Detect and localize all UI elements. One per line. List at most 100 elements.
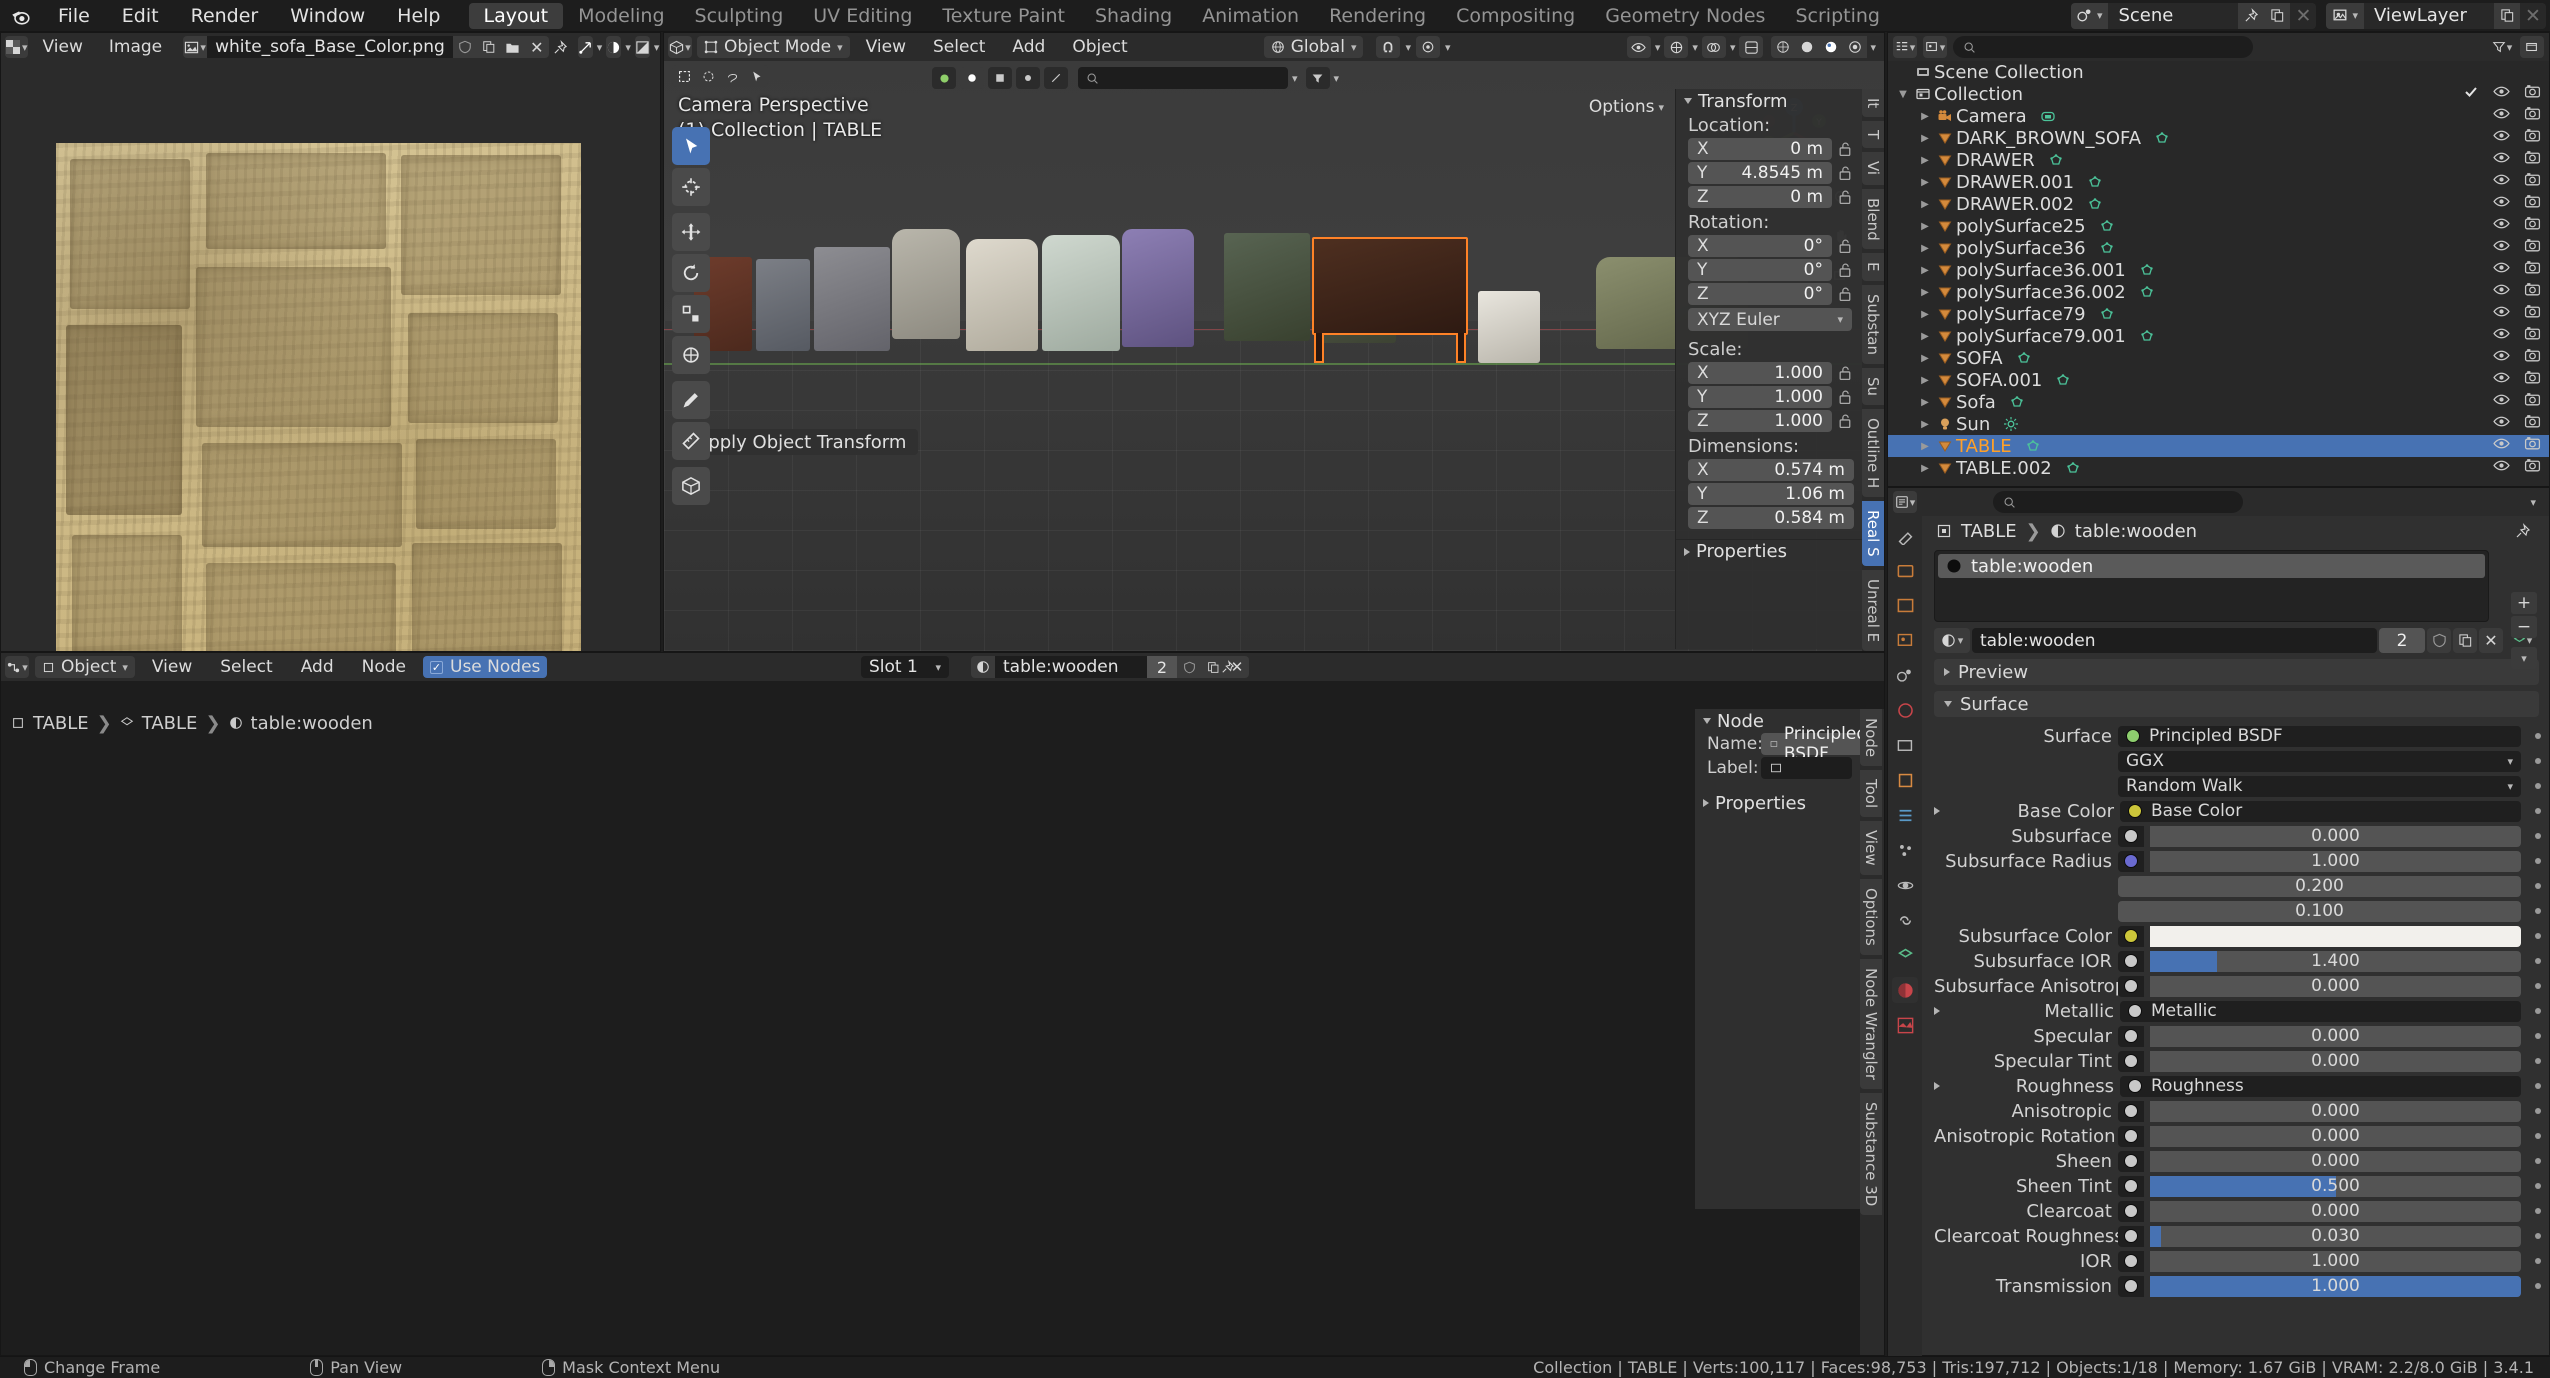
- socket-cell[interactable]: [2118, 975, 2144, 997]
- viewport-tool-icon-2[interactable]: [1016, 67, 1040, 89]
- transform-orientation-selector[interactable]: Global ▾: [1263, 36, 1364, 58]
- sidebar-tab-su[interactable]: Su: [1862, 367, 1884, 405]
- shader-editor-type-icon[interactable]: ▾: [5, 656, 29, 678]
- shader-sidebar-tab-tool[interactable]: Tool: [1860, 770, 1882, 818]
- filter-icon[interactable]: [1305, 67, 1330, 89]
- object-mode-selector[interactable]: Object Mode ▾: [697, 36, 850, 58]
- viewlayer-icon[interactable]: ▾: [2326, 2, 2364, 29]
- render-visibility-icon[interactable]: [2524, 105, 2541, 127]
- render-visibility-icon[interactable]: [2524, 215, 2541, 237]
- furniture-nightstand[interactable]: [1478, 291, 1540, 363]
- image-duplicate-icon[interactable]: [476, 36, 501, 58]
- color-icon[interactable]: [606, 36, 622, 58]
- animate-property-dot[interactable]: [2535, 1258, 2541, 1264]
- workspace-tab-rendering[interactable]: Rendering: [1314, 3, 1441, 29]
- property-value-roughness[interactable]: Roughness: [2120, 1075, 2521, 1097]
- fake-user-icon[interactable]: [1177, 656, 1201, 678]
- tab-constraints[interactable]: [1892, 907, 1918, 933]
- socket-cell[interactable]: [2118, 1175, 2144, 1197]
- workspace-tab-texture-paint[interactable]: Texture Paint: [927, 3, 1080, 29]
- select-lasso-icon[interactable]: [720, 65, 744, 87]
- chevron-right-icon[interactable]: [1934, 1007, 1940, 1015]
- lock-icon[interactable]: [1837, 188, 1854, 206]
- property-value-sheen-tint[interactable]: 0.500: [2150, 1175, 2521, 1197]
- animate-property-dot[interactable]: [2535, 758, 2541, 764]
- rotation-mode-dropdown[interactable]: XYZ Euler ▾: [1688, 308, 1852, 331]
- tab-particles[interactable]: [1892, 837, 1918, 863]
- menu-window[interactable]: Window: [274, 0, 381, 32]
- tab-scene[interactable]: [1892, 662, 1918, 688]
- outliner-row-camera[interactable]: ▶ Camera: [1888, 105, 2549, 127]
- selected-table-object[interactable]: [1312, 237, 1468, 335]
- tab-output[interactable]: [1892, 592, 1918, 618]
- animate-property-dot[interactable]: [2535, 733, 2541, 739]
- animate-property-dot[interactable]: [2535, 1208, 2541, 1214]
- tab-physics[interactable]: [1892, 872, 1918, 898]
- blender-logo-icon[interactable]: [0, 5, 42, 27]
- chevron-right-icon[interactable]: ▶: [1916, 353, 1934, 364]
- property-value-base-color[interactable]: Base Color: [2120, 800, 2521, 822]
- visibility-eye-icon[interactable]: [2493, 435, 2510, 457]
- animate-property-dot[interactable]: [2535, 1008, 2541, 1014]
- render-visibility-icon[interactable]: [2524, 127, 2541, 149]
- preview-section-header[interactable]: Preview: [1934, 659, 2539, 685]
- tool-scale[interactable]: [672, 295, 710, 333]
- tab-view-layer[interactable]: [1892, 627, 1918, 653]
- outliner-row-sofa[interactable]: ▶ Sofa: [1888, 391, 2549, 413]
- menu-render[interactable]: Render: [175, 0, 275, 32]
- tool-tweak[interactable]: [672, 127, 710, 165]
- image-menu-image[interactable]: Image: [98, 36, 173, 58]
- visibility-eye-icon[interactable]: [2493, 303, 2510, 325]
- workspace-tab-modeling[interactable]: Modeling: [563, 3, 679, 29]
- viewport-select-icon[interactable]: [932, 67, 956, 89]
- render-visibility-icon[interactable]: [2524, 413, 2541, 435]
- outliner-row-scene-collection[interactable]: Scene Collection: [1888, 61, 2549, 83]
- viewport-options-button[interactable]: Options ▾: [1581, 95, 1672, 119]
- socket-cell[interactable]: [2118, 1125, 2144, 1147]
- render-visibility-icon[interactable]: [2524, 259, 2541, 281]
- furniture-armchair-1[interactable]: [966, 239, 1038, 351]
- outliner-row-table-002[interactable]: ▶ TABLE.002: [1888, 457, 2549, 479]
- dimensions-y-field[interactable]: Y 1.06 m: [1688, 483, 1854, 505]
- sidebar-tab-real-s[interactable]: Real S: [1862, 501, 1884, 566]
- material-icon[interactable]: [971, 656, 995, 678]
- socket-cell[interactable]: [2118, 1275, 2144, 1297]
- sidebar-tab-outline-h[interactable]: Outline H: [1862, 408, 1884, 498]
- workspace-tab-uv-editing[interactable]: UV Editing: [798, 3, 927, 29]
- sidebar-tab-e[interactable]: E: [1862, 253, 1884, 281]
- gizmo-icon[interactable]: [1664, 36, 1689, 58]
- image-canvas[interactable]: [1, 61, 660, 651]
- lock-icon[interactable]: [1837, 412, 1854, 430]
- visibility-eye-icon[interactable]: [2493, 83, 2510, 105]
- lock-icon[interactable]: [1837, 285, 1854, 303]
- socket-cell[interactable]: [2118, 1225, 2144, 1247]
- render-visibility-icon[interactable]: [2524, 457, 2541, 479]
- breadcrumb-object[interactable]: TABLE: [33, 713, 89, 734]
- animate-property-dot[interactable]: [2535, 983, 2541, 989]
- chevron-right-icon[interactable]: ▶: [1916, 419, 1934, 430]
- scene-name[interactable]: Scene: [2108, 5, 2238, 26]
- property-value-specular-tint[interactable]: 0.000: [2150, 1050, 2521, 1072]
- 3d-viewport-type-icon[interactable]: ▾: [668, 36, 692, 58]
- viewport-tool-icon-3[interactable]: [1044, 67, 1068, 89]
- socket-cell[interactable]: [2118, 950, 2144, 972]
- render-visibility-icon[interactable]: [2524, 325, 2541, 347]
- furniture-sideboard-1[interactable]: [1224, 233, 1310, 341]
- shader-sidebar-tab-view[interactable]: View: [1860, 821, 1882, 875]
- viewport-menu-object[interactable]: Object: [1061, 36, 1138, 58]
- property-value-subsurface[interactable]: 0.000: [2150, 825, 2521, 847]
- overlays-icon[interactable]: [1701, 36, 1726, 58]
- socket-cell[interactable]: [2118, 1150, 2144, 1172]
- property-value-clearcoat-roughness[interactable]: 0.030: [2150, 1225, 2521, 1247]
- tab-modifier[interactable]: [1892, 802, 1918, 828]
- image-pin-icon[interactable]: [553, 36, 568, 58]
- xray-icon[interactable]: [1739, 36, 1764, 58]
- breadcrumb-object-name[interactable]: TABLE: [1961, 521, 2017, 542]
- visibility-eye-icon[interactable]: [2493, 237, 2510, 259]
- visibility-eye-icon[interactable]: [2493, 369, 2510, 391]
- dimensions-x-field[interactable]: X 0.574 m: [1688, 459, 1854, 481]
- tab-render[interactable]: [1892, 557, 1918, 583]
- scene-duplicate-icon[interactable]: [2264, 2, 2291, 29]
- render-visibility-icon[interactable]: [2524, 369, 2541, 391]
- render-visibility-icon[interactable]: [2524, 303, 2541, 325]
